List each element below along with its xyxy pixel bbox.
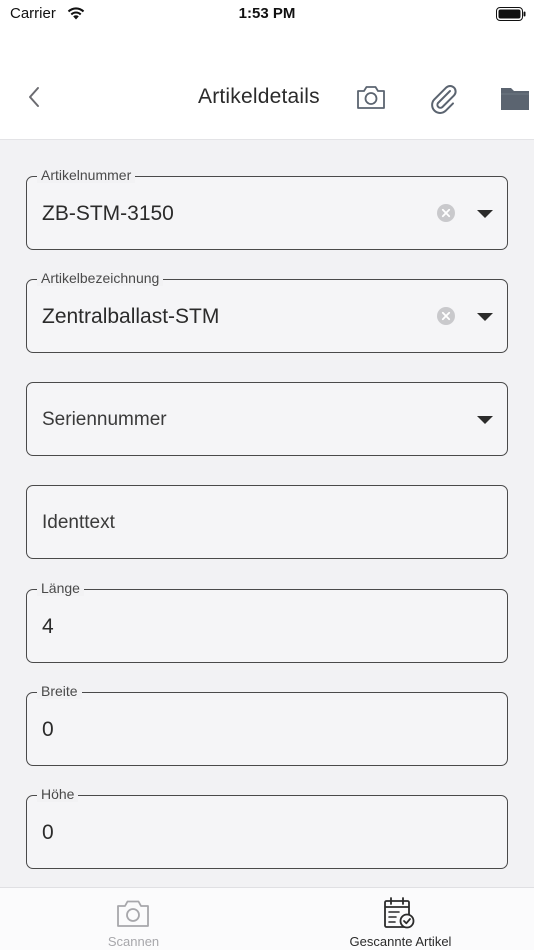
width-value[interactable]: 0	[42, 718, 54, 742]
article-description-value[interactable]: Zentralballast-STM	[42, 305, 219, 329]
folder-icon[interactable]	[499, 84, 531, 112]
height-label: Höhe	[37, 786, 79, 802]
back-chevron-icon[interactable]	[22, 82, 46, 112]
clear-icon[interactable]	[437, 307, 455, 325]
tab-gescannte-artikel[interactable]: Gescannte Artikel	[267, 888, 534, 950]
calendar-check-icon	[384, 897, 415, 929]
navigation-bar: Artikeldetails	[0, 30, 534, 140]
height-value[interactable]: 0	[42, 821, 54, 845]
camera-icon	[117, 900, 149, 927]
ident-text-placeholder: Identtext	[42, 512, 115, 533]
page-title: Artikeldetails	[198, 85, 320, 108]
status-bar: Carrier 1:53 PM	[0, 0, 534, 30]
battery-icon	[496, 7, 526, 21]
article-description-label: Artikelbezeichnung	[37, 270, 164, 286]
serial-number-field[interactable]: Seriennummer	[26, 382, 508, 456]
article-form: Artikelnummer ZB-STM-3150 Artikelbezeich…	[0, 141, 534, 887]
ident-text-field[interactable]: Identtext	[26, 485, 508, 559]
tab-scannen[interactable]: Scannen	[0, 888, 267, 950]
paperclip-icon[interactable]	[426, 81, 460, 115]
clear-icon[interactable]	[437, 204, 455, 222]
article-description-field[interactable]: Artikelbezeichnung Zentralballast-STM	[26, 270, 508, 353]
article-number-value[interactable]: ZB-STM-3150	[42, 202, 174, 226]
dropdown-arrow-icon[interactable]	[475, 413, 495, 427]
length-label: Länge	[37, 580, 84, 596]
width-label: Breite	[37, 683, 82, 699]
tab-bar: Scannen Gescannte Artikel	[0, 887, 534, 950]
camera-icon[interactable]	[355, 83, 387, 111]
article-number-label: Artikelnummer	[37, 167, 136, 183]
length-value[interactable]: 4	[42, 615, 54, 639]
dropdown-arrow-icon[interactable]	[475, 207, 495, 221]
serial-number-placeholder: Seriennummer	[42, 409, 167, 430]
tab-scannen-label: Scannen	[107, 934, 160, 949]
height-field[interactable]: Höhe 0	[26, 786, 508, 869]
article-number-field[interactable]: Artikelnummer ZB-STM-3150	[26, 167, 508, 250]
status-time: 1:53 PM	[238, 5, 296, 22]
length-field[interactable]: Länge 4	[26, 580, 508, 663]
tab-gescannte-artikel-label: Gescannte Artikel	[349, 934, 452, 949]
dropdown-arrow-icon[interactable]	[475, 310, 495, 324]
width-field[interactable]: Breite 0	[26, 683, 508, 766]
